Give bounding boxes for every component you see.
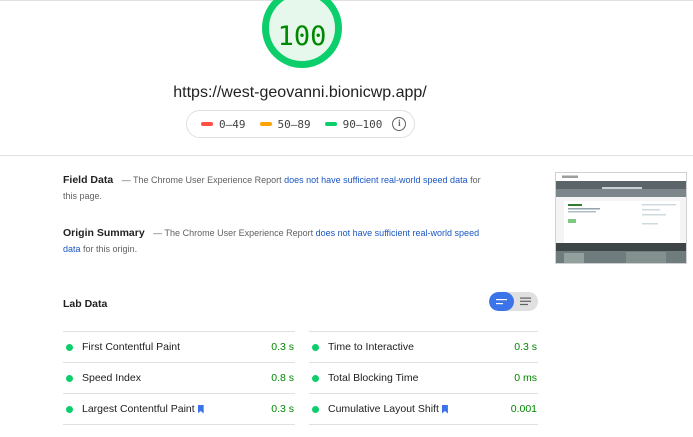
pass-dot-icon [66,405,73,413]
page-screenshot-thumbnail[interactable] [555,172,687,264]
metric-value: 0 ms [514,372,537,384]
metric-speed-index: Speed Index 0.8 s [63,362,295,393]
average-swatch-icon [259,122,272,126]
tested-url: https://west-geovanni.bionicwp.app/ [173,84,427,101]
pass-dot-icon [312,405,319,413]
legend-label-average: 50–89 [277,117,311,131]
score-value: 100 [277,20,327,52]
performance-score-gauge: 100 [262,0,342,68]
bookmark-icon[interactable] [197,404,204,414]
fail-swatch-icon [201,122,213,126]
field-data-section: Field Data — The Chrome User Experience … [63,172,493,204]
metric-first-contentful-paint: First Contentful Paint 0.3 s [63,331,295,362]
expanded-view-button[interactable] [514,292,539,311]
metric-name: Total Blocking Time [328,372,419,384]
metric-cumulative-layout-shift: Cumulative Layout Shift 0.001 [309,393,538,424]
metric-value: 0.001 [510,403,537,415]
origin-summary-suffix: for this origin. [83,244,138,254]
expanded-lines-icon [520,297,532,306]
pass-dot-icon [312,343,319,351]
bookmark-icon[interactable] [441,404,448,414]
legend-item-pass: 90–100 [324,117,383,131]
legend-label-pass: 90–100 [342,117,383,131]
metric-name: Time to Interactive [328,341,414,353]
field-data-link[interactable]: does not have sufficient real-world spee… [284,175,467,185]
metric-value: 0.3 s [271,403,294,415]
lab-data-title: Lab Data [63,298,108,310]
pass-dot-icon [312,374,319,382]
metrics-view-toggle[interactable] [489,292,538,311]
metric-name: Cumulative Layout Shift [328,403,439,415]
pass-swatch-icon [324,122,337,126]
origin-summary-title: Origin Summary [63,227,145,239]
metric-value: 0.3 s [271,341,294,353]
legend-item-fail: 0–49 [201,118,246,131]
field-data-title: Field Data [63,174,114,186]
compact-view-button[interactable] [489,292,514,311]
metric-largest-contentful-paint: Largest Contentful Paint 0.3 s [63,393,295,424]
info-icon[interactable]: i [392,117,407,131]
metric-name: First Contentful Paint [82,341,181,353]
metric-row-divider [309,424,538,437]
metric-value: 0.3 s [514,341,537,353]
metric-time-to-interactive: Time to Interactive 0.3 s [309,331,538,362]
compact-lines-icon [495,298,507,304]
metric-name: Speed Index [82,372,141,384]
metric-row-divider [63,424,295,437]
score-legend: 0–49 50–89 90–100 i [186,110,415,138]
origin-summary-text: — The Chrome User Experience Report [153,228,314,238]
section-divider [0,155,693,156]
metric-name: Largest Contentful Paint [82,403,195,415]
pass-dot-icon [66,343,73,351]
top-border [0,0,693,1]
metric-total-blocking-time: Total Blocking Time 0 ms [309,362,538,393]
origin-summary-section: Origin Summary — The Chrome User Experie… [63,225,493,257]
field-data-text: — The Chrome User Experience Report [121,175,282,185]
legend-item-average: 50–89 [259,117,311,131]
legend-label-fail: 0–49 [219,117,246,131]
metric-value: 0.8 s [271,372,294,384]
pass-dot-icon [66,374,73,382]
